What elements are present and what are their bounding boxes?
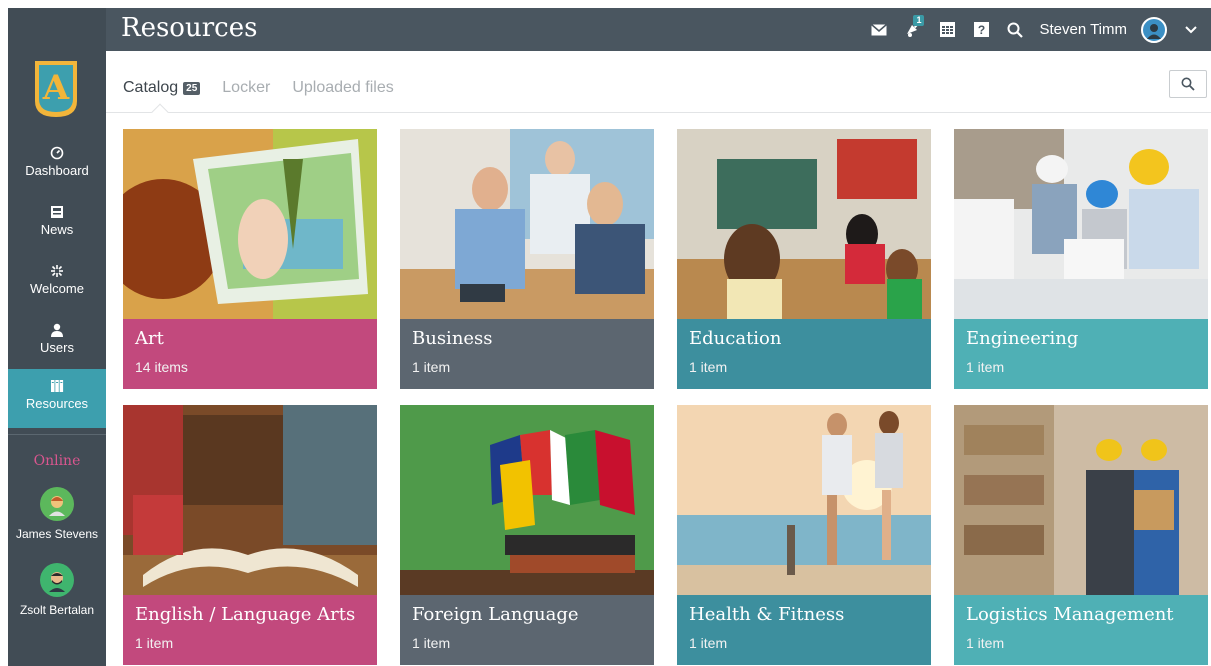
tab-locker[interactable]: Locker <box>222 79 270 97</box>
tab-catalog[interactable]: Catalog 25 <box>123 79 201 97</box>
category-title: Art <box>135 328 164 349</box>
category-item-count: 1 item <box>966 635 1005 651</box>
category-title: Engineering <box>966 328 1079 349</box>
sidebar-item-label: News <box>40 222 74 237</box>
category-image <box>400 405 654 595</box>
notification-badge: 1 <box>913 14 925 26</box>
search-icon <box>1181 77 1195 91</box>
category-footer: Art 14 items <box>123 319 377 389</box>
tab-count-badge: 25 <box>183 81 201 95</box>
category-item-count: 1 item <box>966 359 1005 375</box>
online-user-name: James Stevens <box>15 527 99 541</box>
category-item-count: 1 item <box>689 635 728 651</box>
category-footer: Business 1 item <box>400 319 654 389</box>
category-title: Health & Fitness <box>689 604 845 625</box>
category-image <box>954 405 1208 595</box>
resource-tabs: Catalog 25 Locker Uploaded files <box>123 79 394 97</box>
category-card-english-language-arts[interactable]: English / Language Arts 1 item <box>123 405 377 665</box>
category-image <box>123 405 377 595</box>
user-icon <box>50 323 64 337</box>
main-content: Catalog 25 Locker Uploaded files Art 14 … <box>106 51 1211 666</box>
avatar <box>40 563 74 597</box>
category-image <box>400 129 654 319</box>
category-footer: Foreign Language 1 item <box>400 595 654 665</box>
sidebar-item-label: Dashboard <box>25 163 89 178</box>
category-title: Logistics Management <box>966 604 1174 625</box>
catalog-search-button[interactable] <box>1169 70 1207 98</box>
tab-label: Catalog <box>123 79 179 96</box>
welcome-icon <box>50 264 64 278</box>
online-label: Online <box>33 453 81 469</box>
tabs-divider <box>106 112 1211 113</box>
sidebar-item-users[interactable]: Users <box>8 313 106 372</box>
active-tab-indicator <box>151 103 169 121</box>
avatar <box>40 487 74 521</box>
sidebar-item-label: Resources <box>25 396 89 411</box>
category-footer: Education 1 item <box>677 319 931 389</box>
category-item-count: 14 items <box>135 359 188 375</box>
category-image <box>677 129 931 319</box>
user-avatar[interactable] <box>1141 16 1167 43</box>
sidebar-item-label: Users <box>40 340 74 355</box>
sidebar-item-dashboard[interactable]: Dashboard <box>8 136 106 195</box>
svg-text:?: ? <box>978 23 985 37</box>
category-footer: Logistics Management 1 item <box>954 595 1208 665</box>
app-logo[interactable]: A <box>35 61 77 117</box>
category-title: Foreign Language <box>412 604 579 625</box>
tab-uploaded-files[interactable]: Uploaded files <box>292 79 393 97</box>
online-user[interactable]: James Stevens <box>8 487 106 541</box>
sidebar-item-resources[interactable]: Resources <box>8 369 106 428</box>
category-footer: Health & Fitness 1 item <box>677 595 931 665</box>
sidebar-divider <box>8 434 106 435</box>
mail-icon[interactable] <box>869 20 889 40</box>
category-footer: Engineering 1 item <box>954 319 1208 389</box>
sidebar-item-label: Welcome <box>30 281 84 296</box>
online-user[interactable]: Zsolt Bertalan <box>8 563 106 617</box>
category-title: English / Language Arts <box>135 604 356 625</box>
chevron-down-icon[interactable] <box>1181 20 1201 40</box>
category-item-count: 1 item <box>412 359 451 375</box>
top-bar: Resources 1 ? Steven Timm <box>8 8 1211 51</box>
category-title: Education <box>689 328 782 349</box>
category-title: Business <box>412 328 493 349</box>
resources-icon <box>50 379 64 393</box>
header-actions: 1 ? Steven Timm <box>869 8 1201 51</box>
sidebar: A Dashboard News Welcome Users Resources… <box>8 51 106 666</box>
category-item-count: 1 item <box>135 635 174 651</box>
user-name[interactable]: Steven Timm <box>1039 21 1127 38</box>
category-image <box>123 129 377 319</box>
dashboard-icon <box>50 146 64 160</box>
topbar-logo-area <box>8 8 106 51</box>
online-user-name: Zsolt Bertalan <box>19 603 95 617</box>
category-item-count: 1 item <box>412 635 451 651</box>
category-image <box>677 405 931 595</box>
category-image <box>954 129 1208 319</box>
help-icon[interactable]: ? <box>971 20 991 40</box>
category-card-logistics-management[interactable]: Logistics Management 1 item <box>954 405 1208 665</box>
calendar-icon[interactable] <box>937 20 957 40</box>
page-title: Resources <box>121 13 258 43</box>
category-footer: English / Language Arts 1 item <box>123 595 377 665</box>
news-icon <box>50 205 64 219</box>
category-item-count: 1 item <box>689 359 728 375</box>
category-card-art[interactable]: Art 14 items <box>123 129 377 389</box>
sidebar-item-welcome[interactable]: Welcome <box>8 254 106 313</box>
sidebar-item-news[interactable]: News <box>8 195 106 254</box>
search-icon[interactable] <box>1005 20 1025 40</box>
category-card-engineering[interactable]: Engineering 1 item <box>954 129 1208 389</box>
notification-icon[interactable]: 1 <box>903 14 925 40</box>
svg-text:A: A <box>42 68 70 108</box>
category-card-business[interactable]: Business 1 item <box>400 129 654 389</box>
category-card-health-fitness[interactable]: Health & Fitness 1 item <box>677 405 931 665</box>
category-card-education[interactable]: Education 1 item <box>677 129 931 389</box>
category-card-foreign-language[interactable]: Foreign Language 1 item <box>400 405 654 665</box>
